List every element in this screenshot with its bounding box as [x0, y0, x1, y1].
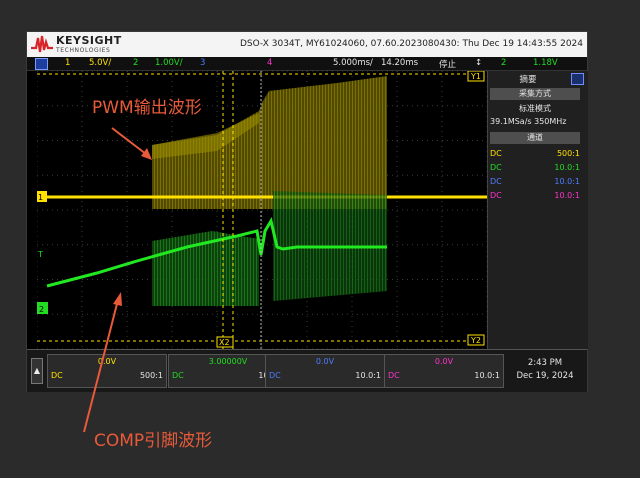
comp-arrow — [83, 299, 119, 433]
pwm-arrow-head — [141, 148, 152, 160]
comp-waveform-label: COMP引脚波形 — [94, 431, 213, 451]
pwm-waveform-label: PWM输出波形 — [92, 98, 202, 118]
pwm-arrow — [111, 127, 147, 155]
comp-arrow-head — [113, 292, 122, 306]
annotation-overlay — [83, 127, 152, 433]
